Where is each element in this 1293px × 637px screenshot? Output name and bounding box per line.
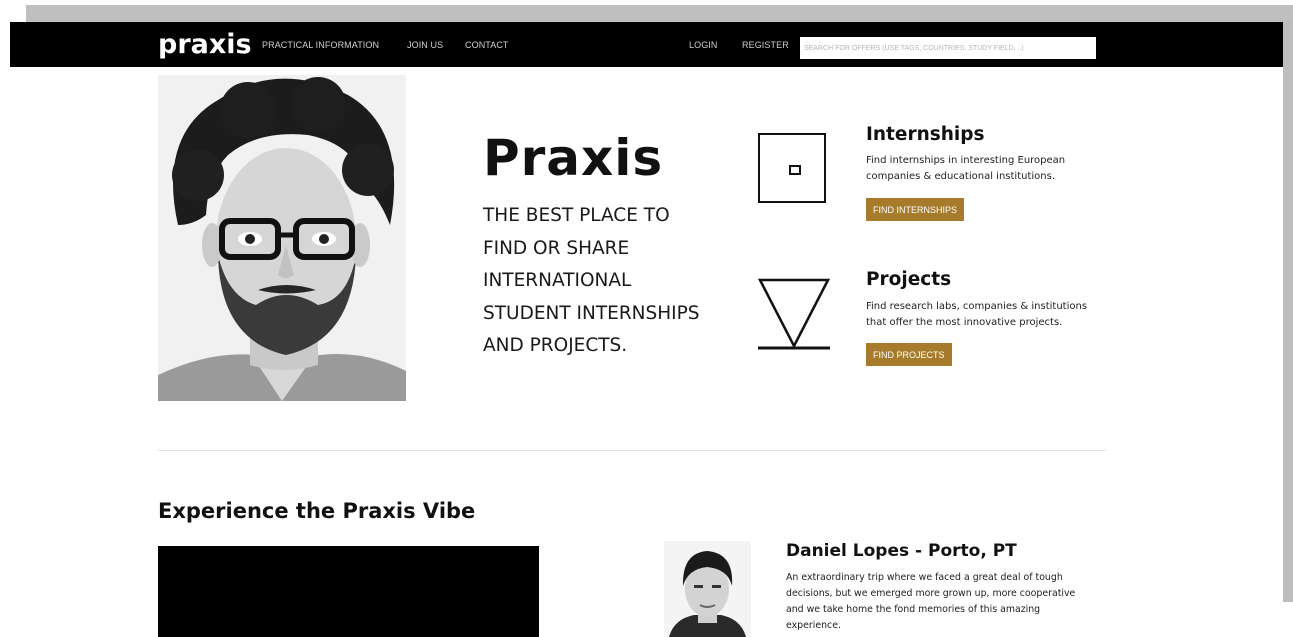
window-frame-top (26, 5, 1293, 22)
top-navbar: praxis PRACTICAL INFORMATION JOIN US CON… (10, 22, 1283, 67)
nav-contact[interactable]: CONTACT (465, 40, 509, 51)
search-input[interactable] (800, 37, 1096, 59)
testimonial-avatar (664, 541, 751, 637)
tagline-line: STUDENT INTERNSHIPS (483, 302, 700, 324)
square-icon (758, 133, 826, 203)
hero-portrait-image (158, 75, 406, 401)
square-inner-icon (789, 165, 801, 175)
internships-description: Find internships in interesting European… (866, 155, 1066, 182)
internships-title: Internships (866, 124, 985, 145)
scrollbar-end (1283, 602, 1293, 637)
section-divider (158, 450, 1106, 451)
nav-practical-information[interactable]: PRACTICAL INFORMATION (262, 40, 379, 51)
tagline-line: AND PROJECTS. (483, 335, 628, 356)
testimonial-text: An extraordinary trip where we faced a g… (786, 572, 1076, 631)
tagline-line: FIND OR SHARE (483, 237, 630, 259)
video-player[interactable] (158, 546, 539, 637)
triangle-icon (758, 278, 830, 350)
testimonial-name: Daniel Lopes - Porto, PT (786, 541, 1017, 561)
nav-register[interactable]: REGISTER (742, 40, 789, 51)
nav-login[interactable]: LOGIN (689, 40, 718, 51)
projects-description: Find research labs, companies & institut… (866, 301, 1088, 328)
praxis-logo[interactable]: praxis (158, 31, 252, 58)
vibe-title: Experience the Praxis Vibe (158, 499, 476, 523)
scrollbar-track[interactable] (1283, 22, 1293, 602)
hero-title: Praxis (483, 129, 664, 187)
find-projects-button[interactable]: FIND PROJECTS (866, 343, 952, 366)
nav-join-us[interactable]: JOIN US (407, 40, 443, 51)
tagline-line: THE BEST PLACE TO (483, 205, 670, 226)
projects-title: Projects (866, 269, 952, 290)
find-internships-button[interactable]: FIND INTERNSHIPS (866, 198, 965, 221)
tagline-line: INTERNATIONAL (483, 270, 632, 291)
hero-tagline: THE BEST PLACE TO FIND OR SHARE INTERNAT… (483, 200, 723, 363)
